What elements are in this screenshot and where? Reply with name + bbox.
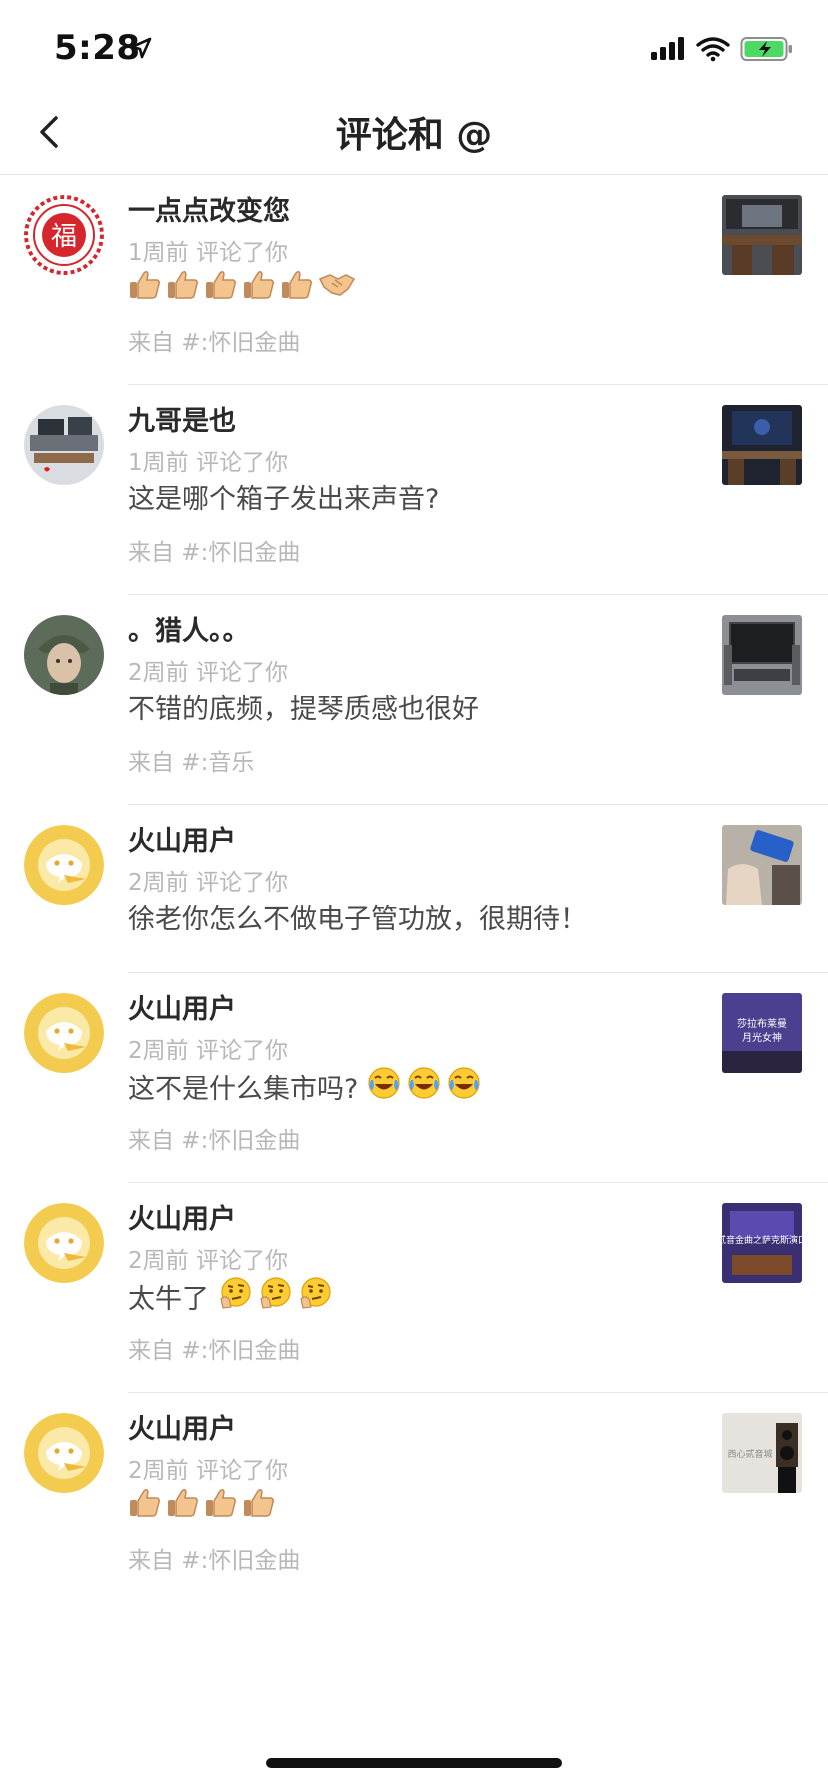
comment-item[interactable]: 火山用户 2周前 评论了你这不是什么集市吗? 来自 #:怀旧金曲 莎拉布莱曼 月光女神 xyxy=(0,973,828,1183)
location-arrow-icon xyxy=(130,37,152,59)
avatar[interactable] xyxy=(24,405,104,485)
comment-item[interactable]: 福 一点点改变您 1周前 评论了你来自 #:怀旧金曲 xyxy=(0,175,828,385)
video-thumbnail[interactable]: 莎拉布莱曼 月光女神 xyxy=(722,993,802,1073)
thumbs-up-emoji-icon xyxy=(242,1485,276,1526)
comment-time: 2周前 评论了你 xyxy=(128,660,288,686)
comment-time: 2周前 评论了你 xyxy=(128,870,288,896)
thumbs-up-emoji-icon xyxy=(204,267,238,308)
laugh-cry-emoji-icon xyxy=(366,1065,402,1108)
comment-source-tag[interactable]: 来自 #:怀旧金曲 xyxy=(128,1541,300,1575)
thumbs-up-emoji-icon xyxy=(128,267,162,308)
comment-text: 这是哪个箱子发出来声音? xyxy=(128,477,447,516)
video-thumbnail[interactable] xyxy=(722,195,802,275)
svg-text:月光女神: 月光女神 xyxy=(742,1031,782,1044)
comment-text-content: 不错的底频，提琴质感也很好 xyxy=(128,694,479,725)
video-thumbnail[interactable] xyxy=(722,825,802,905)
comment-source-tag[interactable]: 来自 #:音乐 xyxy=(128,743,254,777)
comment-source-tag[interactable]: 来自 #:怀旧金曲 xyxy=(128,323,300,357)
home-indicator[interactable] xyxy=(266,1758,562,1768)
comment-item[interactable]: 火山用户 2周前 评论了你来自 #:怀旧金曲 西心贰音城 xyxy=(0,1393,828,1603)
svg-text:莎拉布莱曼: 莎拉布莱曼 xyxy=(737,1017,787,1030)
avatar[interactable] xyxy=(24,1413,104,1493)
avatar[interactable] xyxy=(24,993,104,1073)
comment-time: 1周前 评论了你 xyxy=(128,240,288,266)
comment-source-tag[interactable]: 来自 #:怀旧金曲 xyxy=(128,1331,300,1365)
comment-item[interactable]: 火山用户 2周前 评论了你徐老你怎么不做电子管功放，很期待！ xyxy=(0,805,828,973)
svg-text:贰音金曲之萨克斯演口: 贰音金曲之萨克斯演口 xyxy=(722,1234,802,1246)
commenter-name[interactable]: 火山用户 xyxy=(128,1407,236,1446)
comment-time: 2周前 评论了你 xyxy=(128,1458,288,1484)
video-thumbnail[interactable] xyxy=(722,405,802,485)
thinking-emoji-icon xyxy=(297,1275,333,1318)
avatar[interactable] xyxy=(24,615,104,695)
video-thumbnail[interactable]: 西心贰音城 xyxy=(722,1413,802,1493)
thumbs-up-emoji-icon xyxy=(166,267,200,308)
battery-charging-icon xyxy=(740,37,792,61)
commenter-name[interactable]: 一点点改变您 xyxy=(128,189,290,228)
comment-source-tag[interactable]: 来自 #:怀旧金曲 xyxy=(128,1121,300,1155)
comment-text-content: 这是哪个箱子发出来声音? xyxy=(128,484,440,515)
comment-time: 2周前 评论了你 xyxy=(128,1038,288,1064)
commenter-name[interactable]: 火山用户 xyxy=(128,1197,236,1236)
thumbs-up-emoji-icon xyxy=(242,267,276,308)
comment-item[interactable]: 火山用户 2周前 评论了你太牛了来自 #:怀旧金曲 贰音金曲之萨克斯演口 xyxy=(0,1183,828,1393)
cellular-signal-icon xyxy=(651,37,684,60)
page-title: 评论和 @ xyxy=(335,115,493,156)
svg-text:西心贰音城: 西心贰音城 xyxy=(727,1448,772,1460)
laugh-cry-emoji-icon xyxy=(406,1065,442,1108)
handshake-emoji-icon xyxy=(318,267,356,308)
comment-text xyxy=(128,1485,280,1526)
svg-text:福: 福 xyxy=(51,222,77,252)
comment-text-content: 这不是什么集市吗? xyxy=(128,1074,359,1105)
thinking-emoji-icon xyxy=(257,1275,293,1318)
thumbs-up-emoji-icon xyxy=(128,1485,162,1526)
comment-item[interactable]: 。猎人。。 2周前 评论了你不错的底频，提琴质感也很好 来自 #:音乐 xyxy=(0,595,828,805)
commenter-name[interactable]: 火山用户 xyxy=(128,987,236,1026)
thumbs-up-emoji-icon xyxy=(280,267,314,308)
nav-bar: 评论和 @ xyxy=(0,100,828,175)
commenter-name[interactable]: 。猎人。。 xyxy=(128,609,250,648)
comment-text: 不错的底频，提琴质感也很好 xyxy=(128,687,487,726)
comment-item[interactable]: 九哥是也 1周前 评论了你这是哪个箱子发出来声音? 来自 #:怀旧金曲 xyxy=(0,385,828,595)
commenter-name[interactable]: 火山用户 xyxy=(128,819,236,858)
laugh-cry-emoji-icon xyxy=(446,1065,482,1108)
comment-text: 太牛了 xyxy=(128,1275,337,1318)
comment-text: 这不是什么集市吗? xyxy=(128,1065,486,1108)
thinking-emoji-icon xyxy=(217,1275,253,1318)
comment-time: 2周前 评论了你 xyxy=(128,1248,288,1274)
wifi-icon xyxy=(696,37,730,62)
comment-text: 徐老你怎么不做电子管功放，很期待！ xyxy=(128,897,595,936)
comment-text xyxy=(128,267,360,308)
commenter-name[interactable]: 九哥是也 xyxy=(128,399,236,438)
thumbs-up-emoji-icon xyxy=(166,1485,200,1526)
comment-text-content: 徐老你怎么不做电子管功放，很期待！ xyxy=(128,904,587,935)
video-thumbnail[interactable]: 贰音金曲之萨克斯演口 xyxy=(722,1203,802,1283)
avatar[interactable] xyxy=(24,1203,104,1283)
thumbs-up-emoji-icon xyxy=(204,1485,238,1526)
comment-source-tag[interactable]: 来自 #:怀旧金曲 xyxy=(128,533,300,567)
video-thumbnail[interactable] xyxy=(722,615,802,695)
comment-text-content: 太牛了 xyxy=(128,1284,209,1315)
avatar[interactable]: 福 xyxy=(24,195,104,275)
status-bar: 5:28 xyxy=(0,0,828,100)
avatar[interactable] xyxy=(24,825,104,905)
comment-time: 1周前 评论了你 xyxy=(128,450,288,476)
